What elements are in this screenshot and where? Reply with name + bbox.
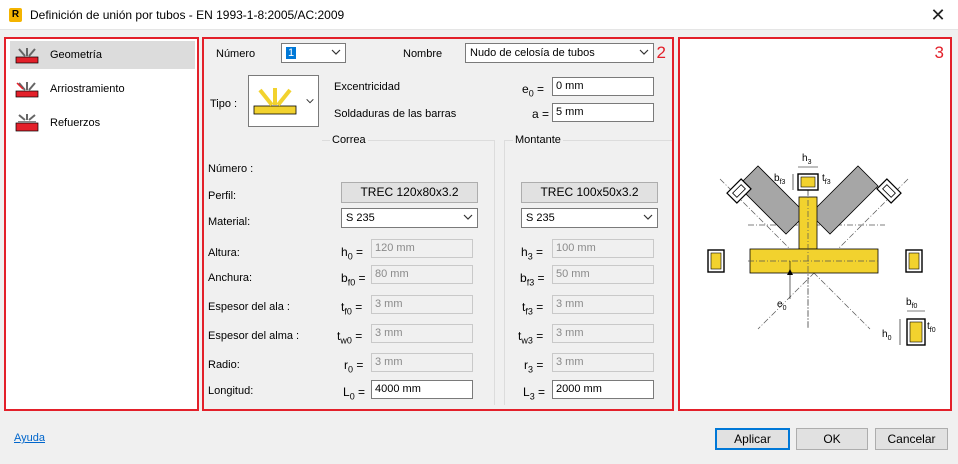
nav-item-label: Arriostramiento (50, 83, 125, 95)
correa-profile-button[interactable]: TREC 120x80x3.2 (341, 182, 478, 203)
soldaduras-label: Soldaduras de las barras (334, 108, 457, 120)
e0-dim-label: e0 (777, 299, 787, 312)
montante-espesor-ala-input[interactable]: 3 mm (552, 295, 654, 314)
row-label-radio: Radio: (208, 359, 240, 371)
montante-espesor-alma-input[interactable]: 3 mm (552, 324, 654, 343)
help-link[interactable]: Ayuda (14, 432, 45, 444)
montante-longitud-input[interactable]: 2000 mm (552, 380, 654, 399)
row-label-espesor-ala: Espesor del ala : (208, 301, 290, 313)
h0-symbol: h0 = (341, 245, 364, 262)
h3-dim-label: h3 (802, 153, 812, 166)
row-label-perfil: Perfil: (208, 190, 237, 202)
numero-value: 1 (286, 47, 297, 59)
bf0-dim-label: bf0 (906, 297, 918, 310)
correa-espesor-alma-input[interactable]: 3 mm (371, 324, 473, 343)
correa-radio-input[interactable]: 3 mm (371, 353, 473, 372)
bracing-icon (15, 82, 39, 98)
correa-material-select[interactable]: S 235 (341, 208, 478, 228)
montante-anchura-input[interactable]: 50 mm (552, 265, 654, 284)
row-label-altura: Altura: (208, 247, 240, 259)
tf0-symbol: tf0 = (341, 300, 363, 317)
montante-profile-button[interactable]: TREC 100x50x3.2 (521, 182, 658, 203)
diagram-panel: 3 h3 bf3 tf3 e0 bf0 h0 tf0 (678, 37, 952, 411)
nav-item-label: Refuerzos (50, 117, 101, 129)
chevron-down-icon (331, 49, 341, 55)
nav-item-refuerzos[interactable]: Refuerzos (10, 109, 195, 137)
window-title: Definición de unión por tubos - EN 1993-… (30, 8, 345, 22)
excentricidad-input[interactable]: 0 mm (552, 77, 654, 96)
tf0-dim-label: tf0 (927, 321, 936, 334)
tw3-symbol: tw3 = (518, 329, 544, 346)
row-label-longitud: Longitud: (208, 385, 254, 397)
chevron-down-icon (306, 98, 314, 104)
geometry-icon (15, 48, 39, 64)
l3-symbol: L3 = (523, 385, 546, 402)
close-icon[interactable]: ✕ (928, 5, 948, 25)
nombre-select[interactable]: Nudo de celosía de tubos (465, 43, 654, 63)
nombre-value: Nudo de celosía de tubos (470, 47, 595, 59)
numero-label: Número (216, 48, 256, 60)
nav-item-geometria[interactable]: Geometría (10, 41, 195, 69)
montante-material-value: S 235 (526, 212, 555, 224)
chevron-down-icon (463, 214, 473, 220)
bf0-symbol: bf0 = (341, 271, 366, 288)
h0-dim-label: h0 (882, 329, 892, 342)
nav-item-arriostramiento[interactable]: Arriostramiento (10, 75, 195, 103)
e0-symbol: e0 = (522, 82, 545, 99)
a-symbol: a = (532, 107, 550, 121)
bf3-symbol: bf3 = (520, 271, 545, 288)
correa-group-border (494, 140, 495, 405)
correa-header: Correa (330, 134, 368, 146)
app-icon: R (9, 8, 22, 22)
tipo-select[interactable] (248, 75, 319, 127)
correa-espesor-ala-input[interactable]: 3 mm (371, 295, 473, 314)
chevron-down-icon (643, 214, 653, 220)
form-panel: 2 Número 1 Nombre Nudo de celosía de tub… (202, 37, 674, 411)
ok-button[interactable]: OK (796, 428, 868, 450)
row-label-material: Material: (208, 216, 251, 228)
tipo-label: Tipo : (210, 98, 238, 110)
correa-longitud-input[interactable]: 4000 mm (371, 380, 473, 399)
chevron-down-icon (639, 49, 649, 55)
nav-item-label: Geometría (50, 49, 102, 61)
r0-symbol: r0 = (344, 358, 364, 375)
cancel-button[interactable]: Cancelar (875, 428, 948, 450)
joint-type-icon (253, 88, 297, 115)
l0-symbol: L0 = (343, 385, 366, 402)
montante-radio-input[interactable]: 3 mm (552, 353, 654, 372)
montante-material-select[interactable]: S 235 (521, 208, 658, 228)
soldaduras-input[interactable]: 5 mm (552, 103, 654, 122)
tf3-symbol: tf3 = (522, 300, 544, 317)
numero-select[interactable]: 1 (281, 43, 346, 63)
stiffeners-icon (15, 114, 39, 132)
title-bar: R Definición de unión por tubos - EN 199… (0, 0, 958, 30)
tw0-symbol: tw0 = (337, 329, 363, 346)
montante-group-border (504, 140, 505, 405)
r3-symbol: r3 = (524, 358, 544, 375)
montante-altura-input[interactable]: 100 mm (552, 239, 654, 258)
correa-altura-input[interactable]: 120 mm (371, 239, 473, 258)
apply-button[interactable]: Aplicar (715, 428, 790, 450)
panel-number-2: 2 (656, 43, 666, 62)
h3-symbol: h3 = (521, 245, 544, 262)
nav-panel: 1 Geometría Arriostramiento Refuerzos (4, 37, 199, 411)
row-label-anchura: Anchura: (208, 272, 253, 284)
row-label-espesor-alma: Espesor del alma : (208, 330, 300, 342)
nombre-label: Nombre (403, 48, 443, 60)
excentricidad-label: Excentricidad (334, 81, 401, 93)
correa-material-value: S 235 (346, 212, 375, 224)
montante-header: Montante (513, 134, 563, 146)
tf3-dim-label: tf3 (822, 173, 831, 186)
joint-diagram: h3 bf3 tf3 e0 bf0 h0 tf0 (707, 153, 936, 346)
row-label-numero: Número : (208, 163, 254, 175)
correa-anchura-input[interactable]: 80 mm (371, 265, 473, 284)
